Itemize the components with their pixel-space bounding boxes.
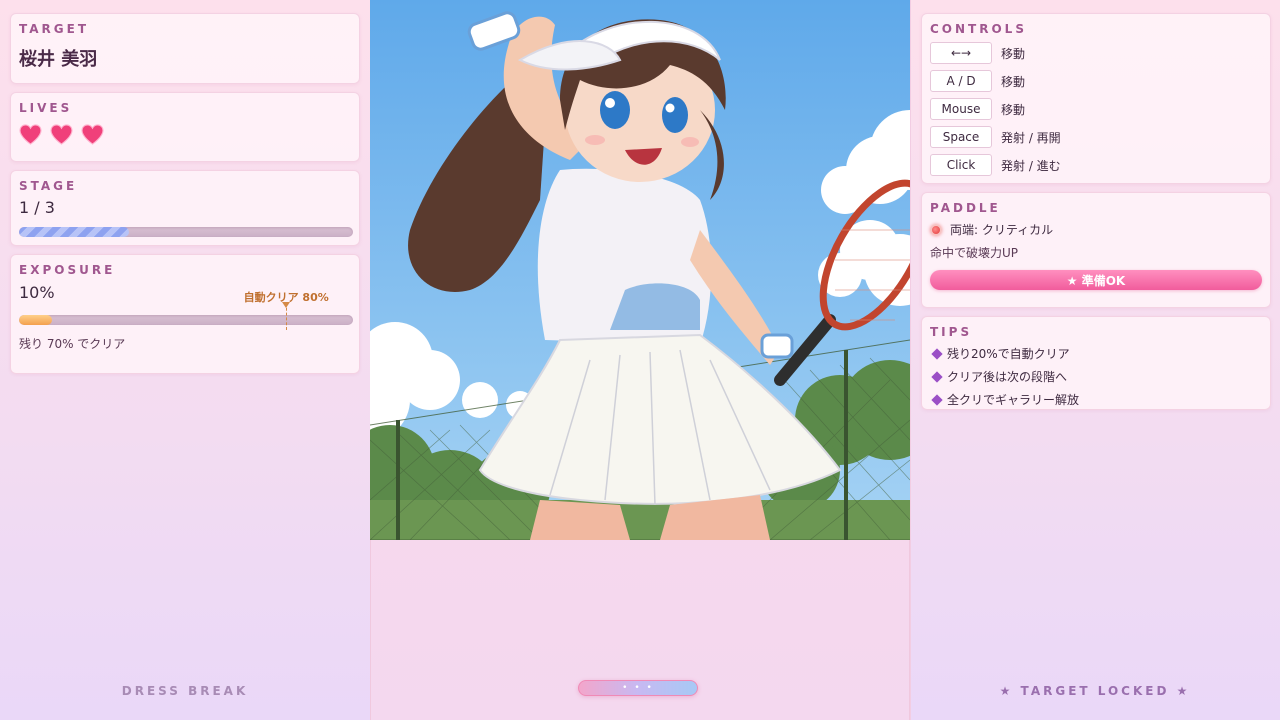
lives-hearts	[19, 124, 351, 145]
paddle-description: 命中で破壊力UP	[930, 246, 1019, 260]
stage-panel: STAGE 1 / 3	[10, 170, 360, 246]
heart-icon	[81, 124, 104, 145]
tips-panel: TIPS 残り20%で自動クリア クリア後は次の段階へ 全クリでギャラリー解放	[921, 316, 1271, 410]
left-sidebar: TARGET 桜井 美羽 LIVES STAGE 1 / 3 EXPOSURE …	[0, 0, 370, 720]
tip-text: 全クリでギャラリー解放	[947, 393, 1080, 407]
paddle-mode-row: 両端: クリティカル	[930, 221, 1262, 238]
paddle-handle[interactable]: • • •	[578, 680, 698, 696]
control-row: ←→ 移動	[930, 42, 1262, 64]
tips-title: TIPS	[930, 325, 973, 339]
key-mouse: Mouse	[930, 98, 992, 120]
control-row: A / D 移動	[930, 70, 1262, 92]
tip-text: クリア後は次の段階へ	[947, 370, 1068, 384]
control-action: 移動	[1001, 46, 1026, 61]
stage-title: STAGE	[19, 179, 78, 193]
tip-item: 残り20%で自動クリア	[930, 345, 1262, 362]
stage-progress-bar	[19, 227, 353, 237]
target-name: 桜井 美羽	[19, 49, 98, 70]
key-arrows: ←→	[930, 42, 992, 64]
controls-title: CONTROLS	[930, 22, 1027, 36]
control-row: Click 発射 / 進む	[930, 154, 1262, 176]
ready-button[interactable]: ★ 準備OK	[930, 270, 1262, 290]
control-action: 移動	[1001, 74, 1026, 89]
target-title: TARGET	[19, 22, 90, 36]
paddle-panel: PADDLE 両端: クリティカル 命中で破壊力UP ★ 準備OK	[921, 192, 1271, 308]
heart-icon	[19, 124, 42, 145]
right-sidebar: CONTROLS ←→ 移動 A / D 移動 Mouse 移動 Space 発…	[910, 0, 1280, 720]
exposure-title: EXPOSURE	[19, 263, 116, 277]
game-logo: DRESS BREAK	[121, 684, 249, 698]
control-action: 発射 / 進む	[1001, 158, 1061, 173]
tip-item: 全クリでギャラリー解放	[930, 391, 1262, 408]
key-space: Space	[930, 126, 992, 148]
exposure-remaining: 残り 70% でクリア	[19, 337, 126, 351]
game-canvas[interactable]	[370, 0, 910, 540]
diamond-bullet-icon	[931, 393, 943, 406]
tip-item: クリア後は次の段階へ	[930, 368, 1262, 385]
diamond-bullet-icon	[931, 347, 943, 360]
lives-title: LIVES	[19, 101, 73, 115]
key-a-d: A / D	[930, 70, 992, 92]
control-row: Mouse 移動	[930, 98, 1262, 120]
target-locked-status: ★ TARGET LOCKED ★	[999, 684, 1191, 698]
heart-icon	[50, 124, 73, 145]
diamond-bullet-icon	[931, 370, 943, 383]
lives-panel: LIVES	[10, 92, 360, 162]
paddle-title: PADDLE	[930, 201, 1001, 215]
exposure-bar	[19, 315, 353, 325]
controls-panel: CONTROLS ←→ 移動 A / D 移動 Mouse 移動 Space 発…	[921, 13, 1271, 184]
control-row: Space 発射 / 再開	[930, 126, 1262, 148]
stage-progress-fill	[19, 227, 130, 237]
target-panel: TARGET 桜井 美羽	[10, 13, 360, 84]
critical-dot-icon	[930, 223, 942, 236]
control-action: 移動	[1001, 102, 1026, 117]
control-action: 発射 / 再開	[1001, 130, 1061, 145]
stage-counter: 1 / 3	[19, 198, 55, 217]
paddle-mode: 両端: クリティカル	[950, 223, 1054, 237]
character-illustration	[370, 0, 910, 540]
exposure-panel: EXPOSURE 10% 自動クリア 80% 残り 70% でクリア	[10, 254, 360, 374]
key-click: Click	[930, 154, 992, 176]
auto-clear-threshold-line	[286, 303, 288, 330]
tip-text: 残り20%で自動クリア	[947, 347, 1070, 361]
exposure-fill	[19, 315, 53, 325]
